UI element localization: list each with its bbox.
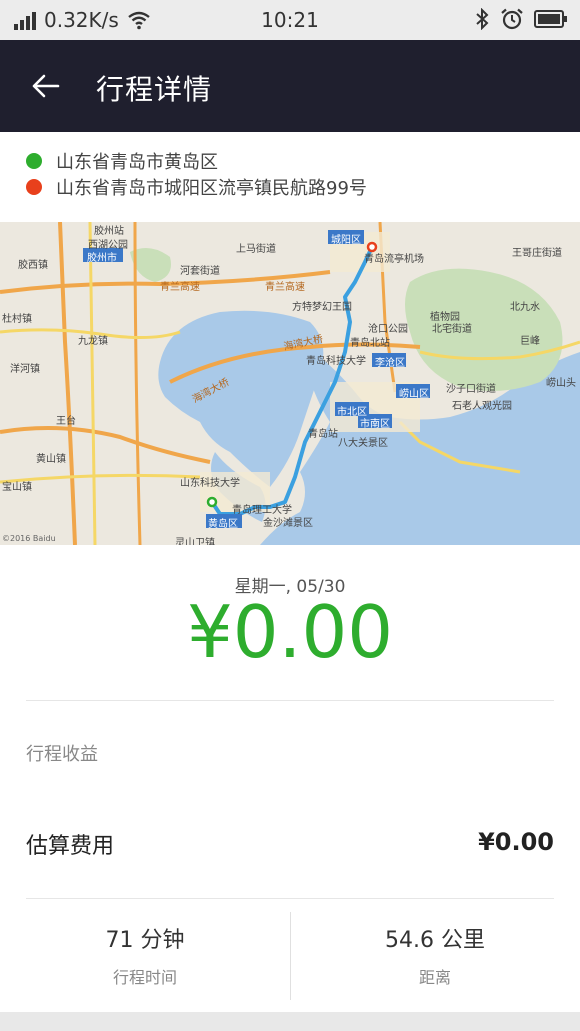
trip-amount: ¥0.00 — [186, 590, 394, 674]
map-label: 宝山镇 — [2, 482, 32, 493]
duration-value: 71 分钟 — [105, 928, 185, 953]
map-label: 王哥庄街道 — [512, 248, 562, 259]
map-label: 海湾大桥 — [282, 333, 325, 353]
map-label: 崂山头 — [546, 378, 576, 389]
route-addresses: 山东省青岛市黄岛区 山东省青岛市城阳区流亭镇民航路99号 — [0, 132, 580, 222]
divider — [26, 898, 554, 899]
start-address: 山东省青岛市黄岛区 — [56, 152, 218, 173]
bluetooth-icon — [476, 8, 489, 30]
map-label: 青岛北站 — [350, 338, 390, 349]
distance-stat: 54.6 公里 距离 — [290, 922, 580, 988]
map-label: 胶州市 — [87, 253, 117, 264]
map-label: 金沙滩景区 — [263, 518, 313, 529]
estimated-cost-value: ¥0.00 — [478, 828, 554, 856]
map-label: 巨峰 — [520, 336, 540, 347]
status-bar: 0.32K/s 10:21 — [0, 0, 580, 40]
map-label: 海湾大桥 — [190, 377, 232, 406]
map-label: 沙子口街道 — [446, 384, 496, 395]
page-title: 行程详情 — [96, 73, 213, 106]
end-address-row: 山东省青岛市城阳区流亭镇民航路99号 — [26, 174, 367, 200]
back-arrow-icon[interactable] — [28, 68, 64, 104]
map-label: 市南区 — [360, 419, 390, 430]
estimated-cost-label: 估算费用 — [26, 834, 115, 859]
map-label: 石老人观光园 — [452, 401, 512, 412]
map-label: 沧口公园 — [368, 324, 408, 335]
distance-value: 54.6 公里 — [385, 928, 485, 953]
map-label: 北九水 — [510, 302, 540, 313]
alarm-icon — [501, 8, 523, 30]
map-label: 胶西镇 — [18, 260, 48, 271]
map-label: 北宅街道 — [432, 324, 472, 335]
earnings-section-label: 行程收益 — [26, 744, 98, 765]
map-labels: 胶州市 胶州站 西湖公园 上马街道 城阳区 青岛流亭机场 黄岛区 李沧区 市北区… — [0, 222, 580, 545]
map-label: 黄山镇 — [36, 454, 66, 465]
map-label: 青岛流亭机场 — [364, 254, 424, 265]
map-label: 崂山区 — [399, 389, 429, 400]
map-label: 洋河镇 — [10, 364, 40, 375]
app-header: 行程详情 — [0, 40, 580, 132]
map-label: 黄岛区 — [208, 519, 238, 530]
map-label: 李沧区 — [375, 358, 405, 369]
end-dot-icon — [26, 179, 42, 195]
start-address-row: 山东省青岛市黄岛区 — [26, 148, 218, 174]
map-label: 河套街道 — [180, 266, 220, 277]
trip-stats: 71 分钟 行程时间 54.6 公里 距离 — [0, 900, 580, 1010]
map-label: 青岛科技大学 — [306, 356, 366, 367]
map-label: 王台 — [56, 416, 76, 427]
map-label: 山东科技大学 — [180, 478, 240, 489]
battery-icon — [534, 10, 567, 28]
distance-label: 距离 — [418, 968, 451, 987]
map-label: 九龙镇 — [78, 336, 108, 347]
bottom-bar — [0, 1012, 580, 1031]
duration-label: 行程时间 — [112, 968, 177, 987]
map-copyright: ©2016 Baidu — [2, 534, 56, 543]
start-dot-icon — [26, 153, 42, 169]
map-label: 城阳区 — [331, 235, 361, 246]
map-label: 灵山卫镇 — [175, 538, 215, 545]
map-label: 西湖公园 — [88, 240, 128, 251]
map-label: 八大关景区 — [338, 438, 388, 449]
estimated-cost-row: 估算费用 ¥0.00 — [26, 828, 554, 860]
duration-stat: 71 分钟 行程时间 — [0, 922, 290, 988]
end-address: 山东省青岛市城阳区流亭镇民航路99号 — [56, 178, 367, 199]
map-label: 杜村镇 — [2, 314, 32, 325]
map-label: 青兰高速 — [160, 282, 200, 293]
route-map[interactable]: 胶州市 胶州站 西湖公园 上马街道 城阳区 青岛流亭机场 黄岛区 李沧区 市北区… — [0, 222, 580, 545]
map-label: 青兰高速 — [265, 282, 305, 293]
map-label: 青岛站 — [308, 429, 338, 440]
map-label: 胶州站 — [94, 226, 124, 237]
map-label: 上马街道 — [236, 244, 276, 255]
divider — [26, 700, 554, 701]
map-label: 方特梦幻王国 — [292, 302, 352, 313]
